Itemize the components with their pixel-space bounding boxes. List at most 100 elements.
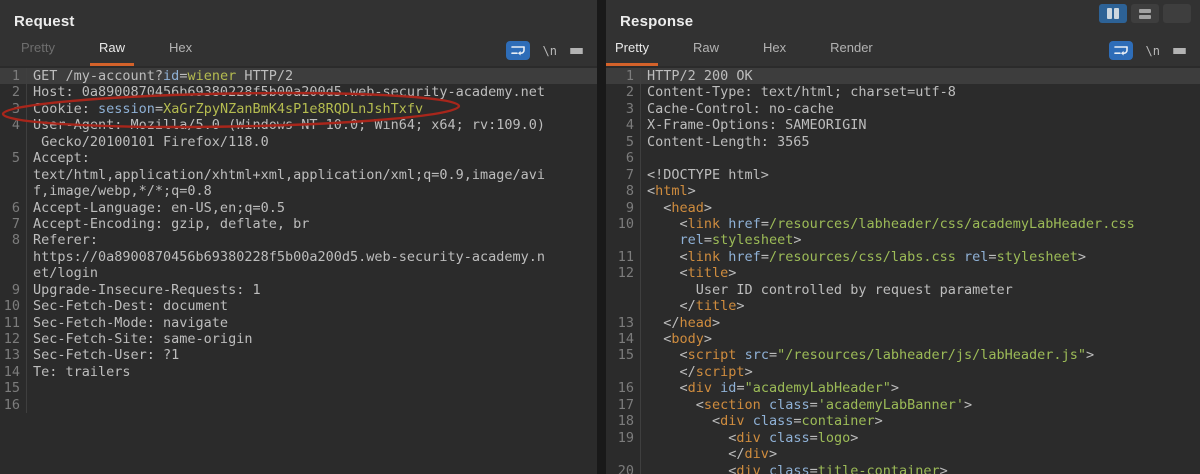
code-line[interactable]: </title> <box>606 298 1200 314</box>
response-panel: Response PrettyRawHexRender \n <box>606 0 1200 474</box>
code-line[interactable]: 12 <title> <box>606 265 1200 281</box>
code-line[interactable]: 6 Accept-Language: en-US,en;q=0.5 <box>0 200 597 216</box>
request-title: Request <box>14 13 75 30</box>
line-number: 12 <box>606 265 641 281</box>
code-text: Referer: <box>33 232 98 248</box>
layout-split-rows-button[interactable] <box>1131 4 1159 23</box>
hamburger-icon <box>570 48 583 54</box>
code-line[interactable]: 8Referer: <box>0 232 597 248</box>
line-number: 14 <box>0 364 27 380</box>
editor-menu-button[interactable] <box>1173 48 1186 54</box>
code-text: <section class='academyLabBanner'> <box>647 397 972 413</box>
request-editor-tools: \n <box>506 41 597 66</box>
code-text: HTTP/2 200 OK <box>647 68 753 84</box>
code-line[interactable]: f,image/webp,*/*;q=0.8 <box>0 183 597 199</box>
line-number <box>0 183 27 199</box>
code-line[interactable]: 6 <box>606 150 1200 166</box>
code-line[interactable]: 1GET /my-account?id=wiener HTTP/2 <box>0 68 597 84</box>
code-line[interactable]: 20 <div class=title-container> <box>606 463 1200 474</box>
line-number <box>0 249 27 265</box>
code-line[interactable]: 18 <div class=container> <box>606 413 1200 429</box>
tab-raw[interactable]: Raw <box>90 40 134 66</box>
panel-divider[interactable] <box>597 0 606 474</box>
code-line[interactable]: 2Host: 0a8900870456b69380228f5b00a200d5.… <box>0 84 597 100</box>
code-line[interactable]: 1 HTTP/2 200 OK <box>606 68 1200 84</box>
line-number: 13 <box>0 347 27 363</box>
code-line[interactable]: 16 <div id="academyLabHeader"> <box>606 380 1200 396</box>
code-text: <div class=container> <box>647 413 883 429</box>
code-line[interactable]: </script> <box>606 364 1200 380</box>
code-line[interactable]: 16 <box>0 397 597 413</box>
request-editor[interactable]: 1GET /my-account?id=wiener HTTP/22Host: … <box>0 66 597 474</box>
code-line[interactable]: Gecko/20100101 Firefox/118.0 <box>0 134 597 150</box>
code-line[interactable]: 10 <link href=/resources/labheader/css/a… <box>606 216 1200 232</box>
code-text: <body> <box>647 331 712 347</box>
code-line[interactable]: 3Cache-Control: no-cache <box>606 101 1200 117</box>
code-text: text/html,application/xhtml+xml,applicat… <box>33 167 545 183</box>
line-number: 6 <box>0 200 27 216</box>
soft-wrap-toggle-button[interactable] <box>506 41 530 60</box>
code-line[interactable]: 13Sec-Fetch-User: ?1 <box>0 347 597 363</box>
code-line[interactable]: 7Accept-Encoding: gzip, deflate, br <box>0 216 597 232</box>
line-number: 10 <box>0 298 27 314</box>
code-text: rel=stylesheet> <box>647 232 801 248</box>
code-text: <html> <box>647 183 696 199</box>
code-line[interactable]: 14 <body> <box>606 331 1200 347</box>
code-text: et/login <box>33 265 98 281</box>
code-line[interactable]: 14Te: trailers <box>0 364 597 380</box>
response-editor[interactable]: 1 HTTP/2 200 OK2Content-Type: text/html; … <box>606 66 1200 474</box>
code-line[interactable]: 5Content-Length: 3565 <box>606 134 1200 150</box>
code-text: Accept-Language: en-US,en;q=0.5 <box>33 200 285 216</box>
code-line[interactable]: 11 <link href=/resources/css/labs.css re… <box>606 249 1200 265</box>
soft-wrap-toggle-button[interactable] <box>1109 41 1133 60</box>
code-line[interactable]: 7<!DOCTYPE html> <box>606 167 1200 183</box>
layout-single-panel-button[interactable] <box>1163 4 1191 23</box>
code-line[interactable]: 9 <head> <box>606 200 1200 216</box>
tab-hex[interactable]: Hex <box>754 40 795 66</box>
code-text: </head> <box>647 315 720 331</box>
code-line[interactable]: text/html,application/xhtml+xml,applicat… <box>0 167 597 183</box>
code-text: </div> <box>647 446 777 462</box>
code-text: <!DOCTYPE html> <box>647 167 769 183</box>
tab-hex[interactable]: Hex <box>160 40 201 66</box>
code-line[interactable]: 12Sec-Fetch-Site: same-origin <box>0 331 597 347</box>
code-line[interactable]: 9Upgrade-Insecure-Requests: 1 <box>0 282 597 298</box>
split-rows-icon <box>1139 9 1151 19</box>
code-line[interactable]: et/login <box>0 265 597 281</box>
tab-pretty[interactable]: Pretty <box>606 40 658 66</box>
layout-split-columns-button[interactable] <box>1099 4 1127 23</box>
tab-pretty[interactable]: Pretty <box>12 40 64 66</box>
code-line[interactable]: 11Sec-Fetch-Mode: navigate <box>0 315 597 331</box>
code-text: Upgrade-Insecure-Requests: 1 <box>33 282 261 298</box>
code-line[interactable]: 4 X-Frame-Options: SAMEORIGIN <box>606 117 1200 133</box>
tab-raw[interactable]: Raw <box>684 40 728 66</box>
code-line[interactable]: 8<html> <box>606 183 1200 199</box>
line-number: 4 <box>606 117 641 133</box>
line-number: 17 <box>606 397 641 413</box>
code-line[interactable]: 15 <box>0 380 597 396</box>
line-number: 14 <box>606 331 641 347</box>
code-line[interactable]: https://0a8900870456b69380228f5b00a200d5… <box>0 249 597 265</box>
code-line[interactable]: 15 <script src="/resources/labheader/js/… <box>606 347 1200 363</box>
editor-menu-button[interactable] <box>570 48 583 54</box>
code-line[interactable]: 10Sec-Fetch-Dest: document <box>0 298 597 314</box>
line-number: 1 <box>606 68 641 84</box>
code-line[interactable]: 4User-Agent: Mozilla/5.0 (Windows NT 10.… <box>0 117 597 133</box>
show-newlines-toggle[interactable]: \n <box>1146 44 1160 58</box>
code-line[interactable]: User ID controlled by request parameter <box>606 282 1200 298</box>
code-line[interactable]: rel=stylesheet> <box>606 232 1200 248</box>
code-line[interactable]: 13 </head> <box>606 315 1200 331</box>
code-text: X-Frame-Options: SAMEORIGIN <box>647 117 866 133</box>
code-line[interactable]: 19 <div class=logo> <box>606 430 1200 446</box>
code-line[interactable]: 3Cookie: session=XaGrZpyNZanBmK4sP1e8RQD… <box>0 101 597 117</box>
line-number: 4 <box>0 117 27 133</box>
code-line[interactable]: 5Accept: <box>0 150 597 166</box>
tab-render[interactable]: Render <box>821 40 882 66</box>
code-text: Host: 0a8900870456b69380228f5b00a200d5.w… <box>33 84 545 100</box>
code-text: <link href=/resources/css/labs.css rel=s… <box>647 249 1086 265</box>
code-line[interactable]: 17 <section class='academyLabBanner'> <box>606 397 1200 413</box>
show-newlines-toggle[interactable]: \n <box>543 44 557 58</box>
line-number <box>606 282 641 298</box>
code-line[interactable]: 2Content-Type: text/html; charset=utf-8 <box>606 84 1200 100</box>
code-line[interactable]: </div> <box>606 446 1200 462</box>
